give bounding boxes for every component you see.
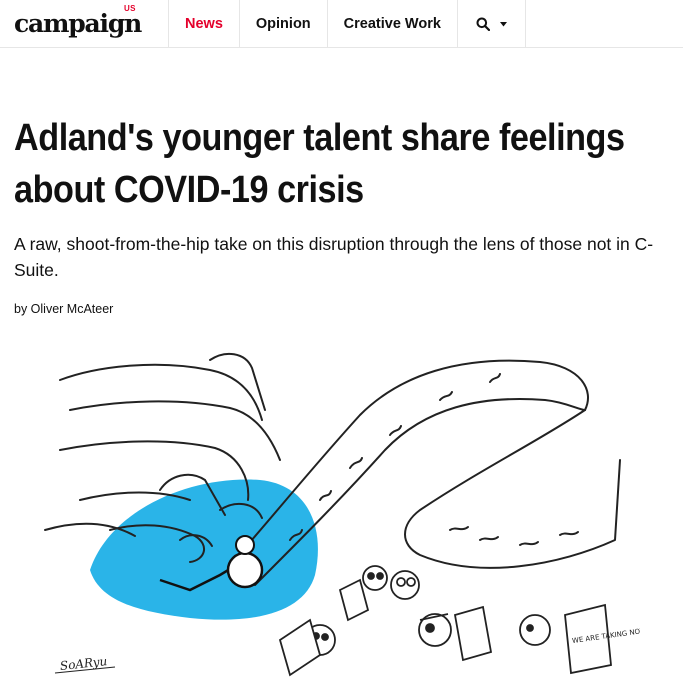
site-header: campaign US News Opinion Creative Work [0,0,683,48]
caret-down-icon [499,21,507,26]
search-button[interactable] [456,0,526,48]
main-nav: News Opinion Creative Work [168,0,526,48]
small-figures [278,565,612,677]
search-icon [476,17,490,31]
ribbon-drawing [229,359,621,586]
article-standfirst: A raw, shoot-from-the-hip take on this d… [14,234,654,280]
nav-item-news[interactable]: News [168,0,239,48]
article-byline[interactable]: by Oliver McAteer [14,302,113,316]
trend-marker [226,551,264,589]
article-headline: Adland's younger talent share feelings a… [14,117,625,211]
logo-wordmark: campaign [14,9,142,38]
nav-item-creative-work[interactable]: Creative Work [326,0,457,48]
logo-region-badge: US [124,4,136,13]
nav-item-opinion[interactable]: Opinion [238,0,327,48]
hero-illustration: WE ARE TAKING NOTES SoARyu [44,352,640,677]
